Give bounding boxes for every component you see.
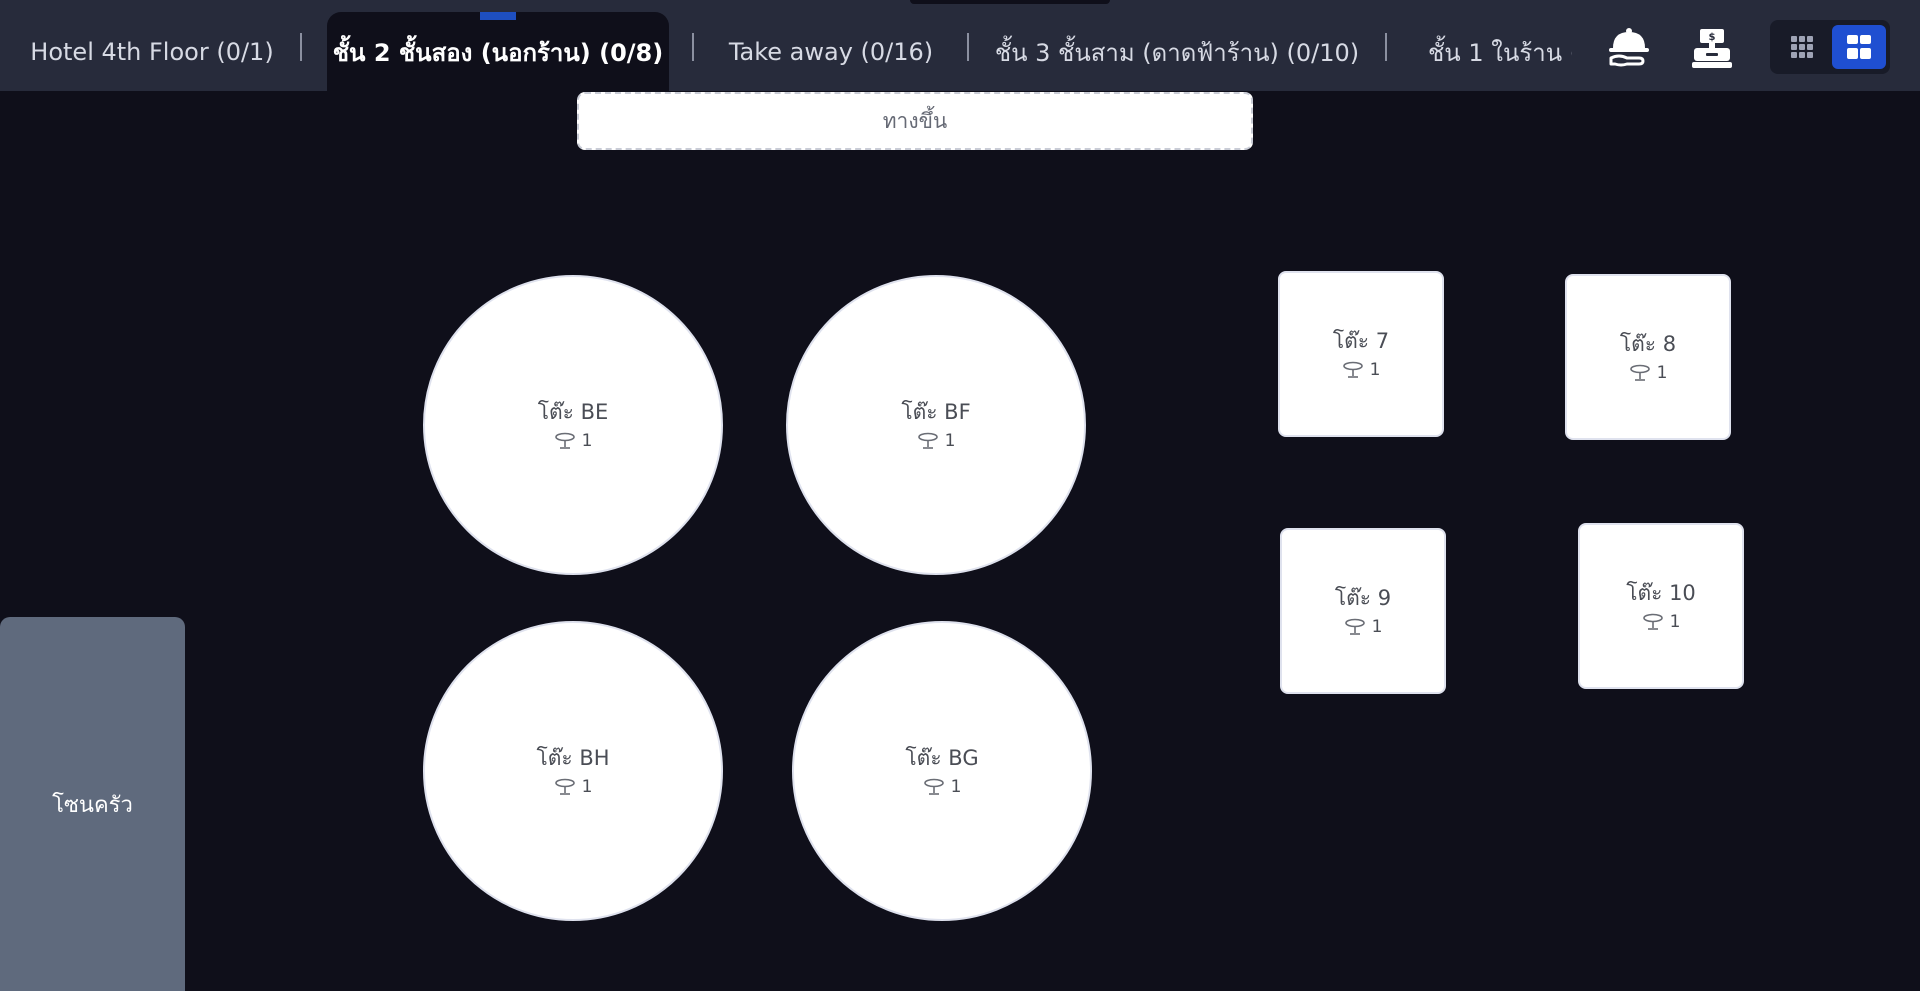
cash-register-button[interactable]: $ — [1684, 20, 1740, 76]
top-notch — [910, 0, 1110, 4]
waiter-serving-button[interactable] — [1601, 20, 1657, 76]
table-seat-count: 1 — [1344, 617, 1383, 637]
kitchen-zone: โซนครัว — [0, 617, 185, 991]
table-name: โต๊ะ 8 — [1619, 332, 1677, 356]
table-icon — [1642, 613, 1663, 630]
table-8[interactable]: โต๊ะ 8 1 — [1565, 274, 1731, 440]
seat-count: 1 — [1371, 617, 1383, 637]
table-bf[interactable]: โต๊ะ BF 1 — [786, 275, 1086, 575]
table-seat-count: 1 — [1642, 612, 1681, 632]
waiter-serving-icon — [1609, 28, 1649, 67]
table-icon — [923, 778, 944, 795]
table-icon — [554, 778, 575, 795]
table-bh[interactable]: โต๊ะ BH 1 — [423, 621, 723, 921]
tab-label: ชั้น 2 ชั้นสอง (นอกร้าน) (0/8) — [332, 38, 664, 67]
stairs-zone: ทางขึ้น — [577, 92, 1253, 150]
tab-divider — [1385, 33, 1387, 61]
view-toggle — [1770, 20, 1890, 74]
table-icon — [1629, 364, 1650, 381]
grid-large-icon — [1847, 35, 1871, 59]
floor-tab-bar: Hotel 4th Floor (0/1) ชั้น 2 ชั้นสอง (นอ… — [0, 0, 1920, 92]
table-7[interactable]: โต๊ะ 7 1 — [1278, 271, 1444, 437]
tab-divider — [300, 33, 302, 61]
stairs-label: ทางขึ้น — [882, 108, 948, 133]
table-name: โต๊ะ BF — [901, 400, 971, 424]
svg-text:$: $ — [1709, 32, 1716, 43]
table-bg[interactable]: โต๊ะ BG 1 — [792, 621, 1092, 921]
grid-large-view-button[interactable] — [1832, 25, 1886, 69]
table-seat-count: 1 — [917, 431, 956, 451]
seat-count: 1 — [581, 777, 593, 797]
tab-floor-3-rooftop[interactable]: ชั้น 3 ชั้นสาม (ดาดฟ้าร้าน) (0/10) — [992, 12, 1362, 92]
tab-label: Hotel 4th Floor (0/1) — [30, 38, 274, 66]
table-seat-count: 1 — [554, 431, 593, 451]
table-icon — [1344, 618, 1365, 635]
grid-small-icon — [1791, 36, 1813, 58]
seat-count: 1 — [581, 431, 593, 451]
tab-label: ชั้น 1 ในร้าน (0 — [1428, 38, 1572, 67]
table-name: โต๊ะ BE — [537, 400, 609, 424]
table-seat-count: 1 — [554, 777, 593, 797]
table-name: โต๊ะ BG — [905, 746, 979, 770]
table-icon — [917, 432, 938, 449]
table-icon — [554, 432, 575, 449]
table-name: โต๊ะ 10 — [1626, 581, 1696, 605]
tab-label: Take away (0/16) — [728, 38, 934, 66]
kitchen-label: โซนครัว — [52, 792, 133, 818]
table-icon — [1342, 361, 1363, 378]
table-be[interactable]: โต๊ะ BE 1 — [423, 275, 723, 575]
tab-floor-2-outside[interactable]: ชั้น 2 ชั้นสอง (นอกร้าน) (0/8) — [327, 12, 669, 92]
seat-count: 1 — [1369, 360, 1381, 380]
grid-small-view-button[interactable] — [1775, 25, 1829, 69]
tab-take-away[interactable]: Take away (0/16) — [718, 12, 944, 92]
table-10[interactable]: โต๊ะ 10 1 — [1578, 523, 1744, 689]
cash-register-icon: $ — [1692, 29, 1732, 68]
tab-divider — [967, 33, 969, 61]
seat-count: 1 — [1656, 363, 1668, 383]
tab-floor-1-inside[interactable]: ชั้น 1 ในร้าน (0 — [1428, 12, 1572, 92]
tab-divider — [692, 33, 694, 61]
table-name: โต๊ะ 9 — [1334, 586, 1392, 610]
seat-count: 1 — [944, 431, 956, 451]
tab-label: ชั้น 3 ชั้นสาม (ดาดฟ้าร้าน) (0/10) — [994, 38, 1360, 67]
tab-hotel-4th-floor[interactable]: Hotel 4th Floor (0/1) — [24, 12, 280, 92]
table-seat-count: 1 — [923, 777, 962, 797]
table-seat-count: 1 — [1629, 363, 1668, 383]
table-name: โต๊ะ 7 — [1332, 329, 1390, 353]
table-seat-count: 1 — [1342, 360, 1381, 380]
seat-count: 1 — [1669, 612, 1681, 632]
seat-count: 1 — [950, 777, 962, 797]
active-tab-indicator — [480, 12, 516, 20]
table-name: โต๊ะ BH — [536, 746, 610, 770]
table-9[interactable]: โต๊ะ 9 1 — [1280, 528, 1446, 694]
